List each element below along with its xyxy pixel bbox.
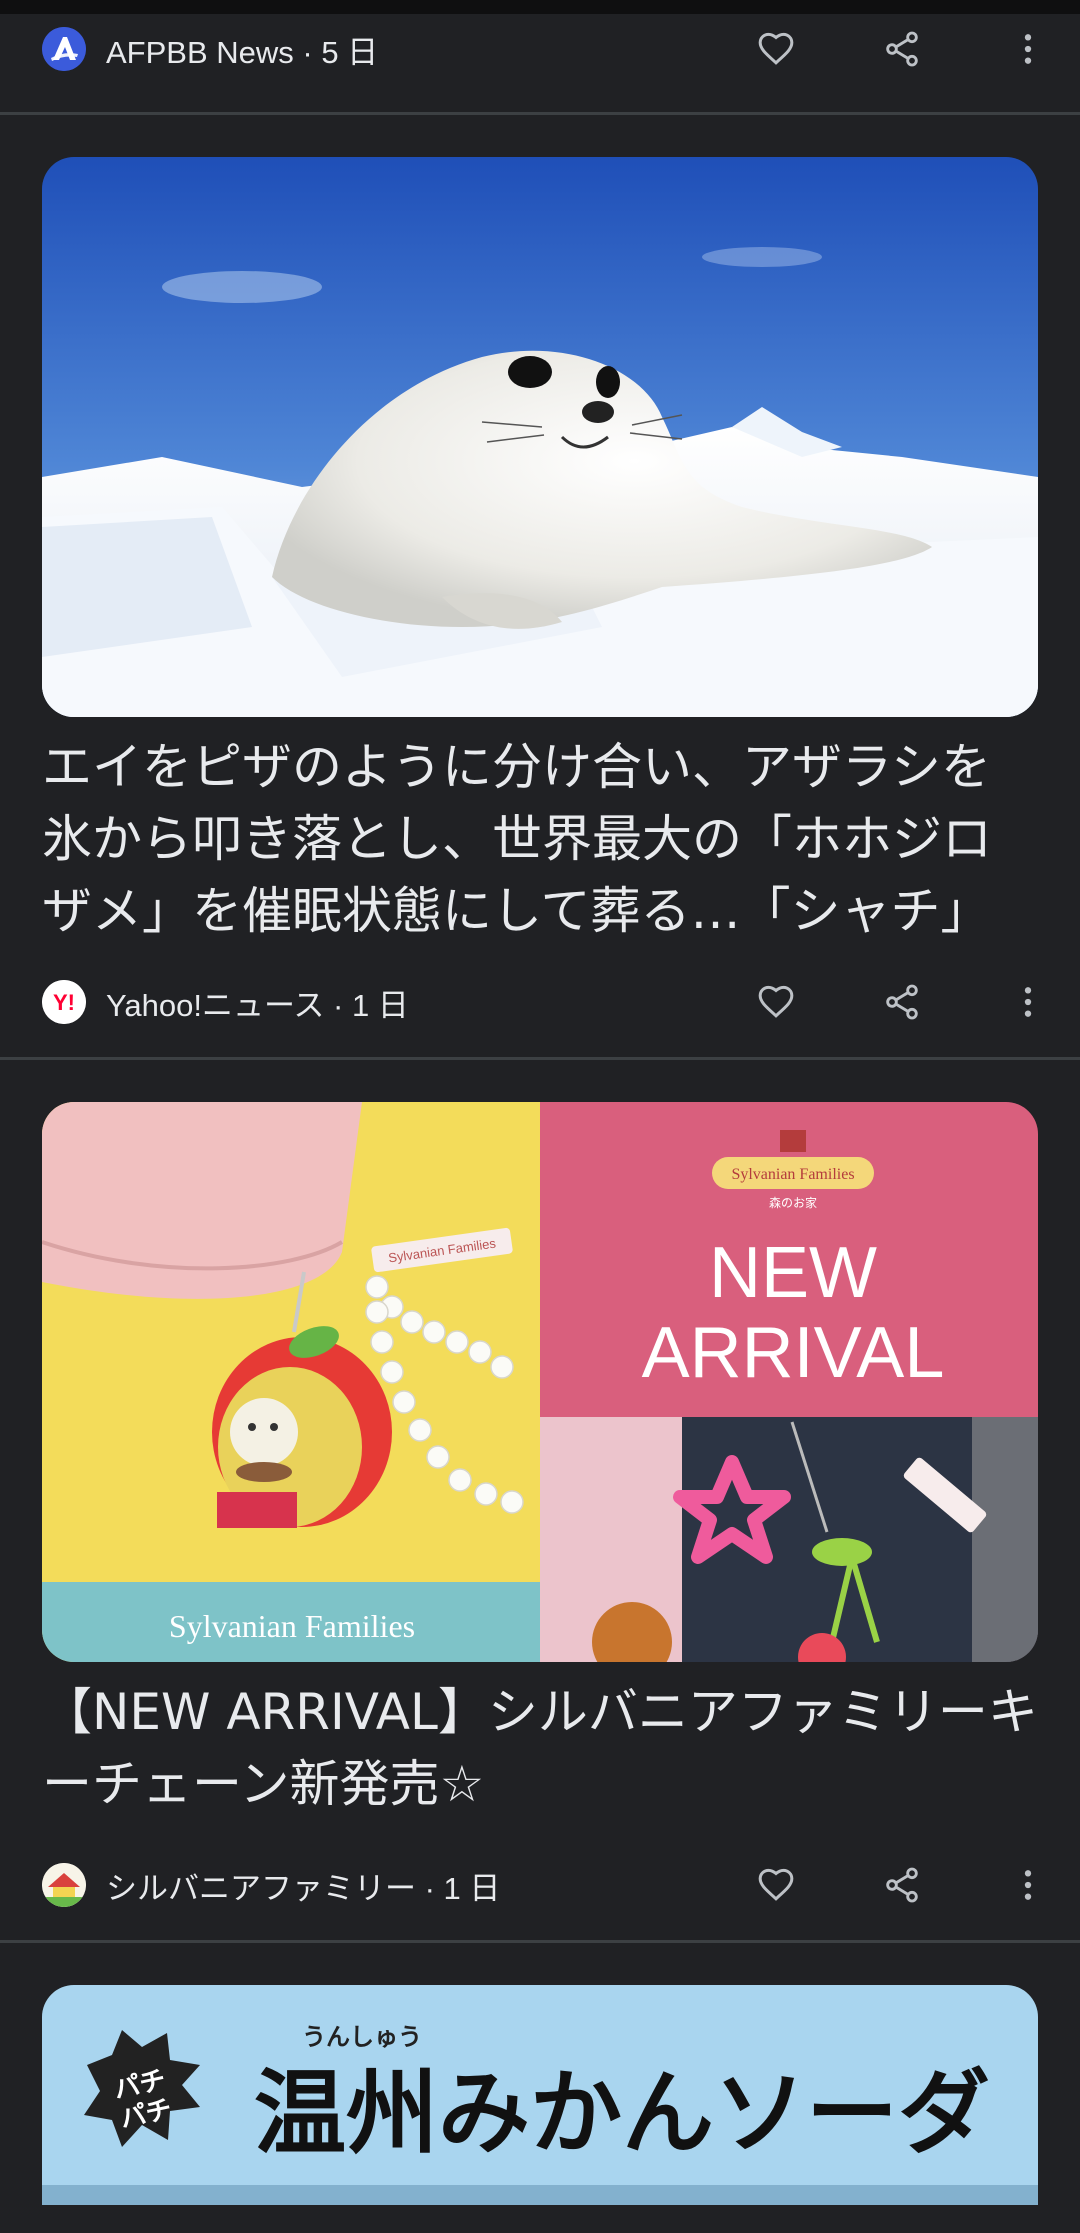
heart-outline-icon [758, 985, 794, 1018]
article-meta-row: Y! Yahoo!ニュース · 1 日 [42, 947, 1038, 1057]
article-headline[interactable]: 【NEW ARRIVAL】シルバニアファミリーキーチェーン新発売☆ [42, 1676, 1038, 1820]
brand-small: Sylvanian Families [731, 1166, 854, 1183]
new-arrival-line1: NEW [709, 1233, 877, 1313]
share-button[interactable] [872, 19, 932, 79]
more-vert-icon [1024, 1870, 1032, 1900]
sylvanian-logo-icon [42, 1863, 86, 1907]
yahoo-logo-icon: Y! [42, 980, 86, 1024]
more-options-button[interactable] [998, 19, 1058, 79]
svg-text:Y!: Y! [53, 990, 75, 1015]
article-card-soda[interactable]: パチパチ うんしゅう 温州みかんソーダ [0, 1943, 1080, 2205]
more-vert-icon [1024, 34, 1032, 64]
more-options-button[interactable] [998, 1855, 1058, 1915]
article-source-and-age: Yahoo!ニュース · 1 日 [106, 987, 409, 1023]
article-source-and-age: AFPBB News · 5 日 [106, 34, 379, 70]
article-card-seal[interactable]: エイをピザのように分け合い、アザラシを氷から叩き落とし、世界最大の「ホホジロザメ… [0, 115, 1080, 1057]
article-meta-row: AFPBB News · 5 日 [42, 14, 1038, 84]
seal-on-ice-image [42, 157, 1038, 717]
sylvanian-keychain-image: Sylvanian Families Sylvanian Families Sy [42, 1102, 1038, 1662]
article-thumbnail[interactable]: Sylvanian Families Sylvanian Families Sy [42, 1102, 1038, 1662]
share-icon [886, 1867, 918, 1903]
heart-outline-icon [758, 1868, 794, 1901]
more-vert-icon [1024, 987, 1032, 1017]
more-options-button[interactable] [998, 972, 1058, 1032]
like-button[interactable] [746, 19, 806, 79]
article-thumbnail[interactable] [42, 157, 1038, 717]
status-bar [0, 0, 1080, 14]
article-card-sylvanian[interactable]: Sylvanian Families Sylvanian Families Sy [0, 1060, 1080, 1940]
like-button[interactable] [746, 1855, 806, 1915]
like-button[interactable] [746, 972, 806, 1032]
share-icon [886, 31, 918, 67]
afpbb-logo-icon [42, 27, 86, 71]
new-arrival-line2: ARRIVAL [642, 1313, 945, 1393]
heart-outline-icon [758, 32, 794, 65]
article-thumbnail[interactable]: パチパチ うんしゅう 温州みかんソーダ [42, 1985, 1038, 2205]
article-card-afpbb[interactable]: AFPBB News · 5 日 [0, 14, 1080, 84]
share-button[interactable] [872, 1855, 932, 1915]
news-feed: AFPBB News · 5 日 エイをピザのように分け合い、アザラシを氷から叩… [0, 14, 1080, 2205]
article-source-and-age: シルバニアファミリー · 1 日 [106, 1870, 501, 1906]
mikan-soda-image: パチパチ うんしゅう 温州みかんソーダ [42, 1985, 1038, 2205]
article-meta-row: シルバニアファミリー · 1 日 [42, 1830, 1038, 1940]
article-headline[interactable]: エイをピザのように分け合い、アザラシを氷から叩き落とし、世界最大の「ホホジロザメ… [42, 731, 1038, 947]
footer-brand: Sylvanian Families [169, 1608, 415, 1644]
share-icon [886, 984, 918, 1020]
soda-title: 温州みかんソーダ [254, 2060, 990, 2167]
ruby-text: うんしゅう [302, 2023, 422, 2051]
brand-sub: 森のお家 [769, 1195, 817, 1210]
share-button[interactable] [872, 972, 932, 1032]
